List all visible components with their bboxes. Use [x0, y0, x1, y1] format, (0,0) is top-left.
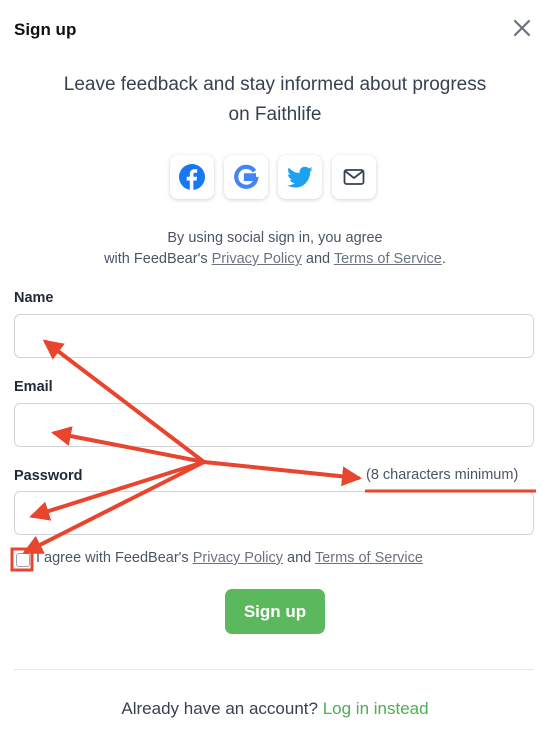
social-terms-note: By using social sign in, you agree with …	[0, 228, 550, 270]
name-input[interactable]	[14, 314, 534, 358]
intro-line-1: Leave feedback and stay informed about p…	[63, 74, 487, 95]
social-note-line-1: By using social sign in, you agree	[167, 230, 383, 246]
password-label: Password	[14, 468, 83, 484]
close-icon	[513, 19, 531, 37]
intro-line-2: on Faithlife	[228, 104, 322, 125]
social-buttons	[170, 155, 376, 199]
log-in-link[interactable]: Log in instead	[323, 699, 429, 718]
social-note-line-2: with FeedBear's Privacy Policy and Terms…	[0, 249, 550, 270]
footer: Already have an account? Log in instead	[0, 699, 550, 719]
annotation-arrow-hint	[202, 460, 362, 487]
name-label: Name	[14, 290, 54, 306]
terms-of-service-link[interactable]: Terms of Service	[334, 251, 442, 267]
sign-up-button[interactable]: Sign up	[225, 589, 325, 634]
email-button[interactable]	[332, 155, 376, 199]
google-button[interactable]	[224, 155, 268, 199]
agree-privacy-link[interactable]: Privacy Policy	[193, 550, 283, 566]
agree-text: I agree with FeedBear's Privacy Policy a…	[36, 550, 423, 566]
agree-checkbox[interactable]	[16, 553, 30, 567]
agree-terms-link[interactable]: Terms of Service	[315, 550, 423, 566]
social-note-and: and	[305, 251, 331, 267]
social-note-period: .	[441, 251, 446, 267]
divider	[14, 669, 534, 670]
password-hint: (8 characters minimum)	[366, 467, 519, 483]
facebook-button[interactable]	[170, 155, 214, 199]
facebook-icon	[179, 164, 205, 190]
intro-text: Leave feedback and stay informed about p…	[0, 70, 550, 130]
email-label: Email	[14, 379, 53, 395]
agree-prefix: I agree with FeedBear's	[36, 550, 189, 566]
privacy-policy-link[interactable]: Privacy Policy	[212, 251, 302, 267]
google-icon	[234, 164, 259, 189]
twitter-icon	[287, 166, 313, 188]
modal-title: Sign up	[14, 20, 77, 39]
social-note-prefix: with FeedBear's	[104, 251, 208, 267]
close-button[interactable]	[508, 14, 536, 42]
footer-question: Already have an account?	[121, 699, 318, 718]
password-input[interactable]	[14, 491, 534, 535]
email-input[interactable]	[14, 403, 534, 447]
mail-icon	[343, 169, 365, 185]
twitter-button[interactable]	[278, 155, 322, 199]
agree-and: and	[287, 550, 312, 566]
